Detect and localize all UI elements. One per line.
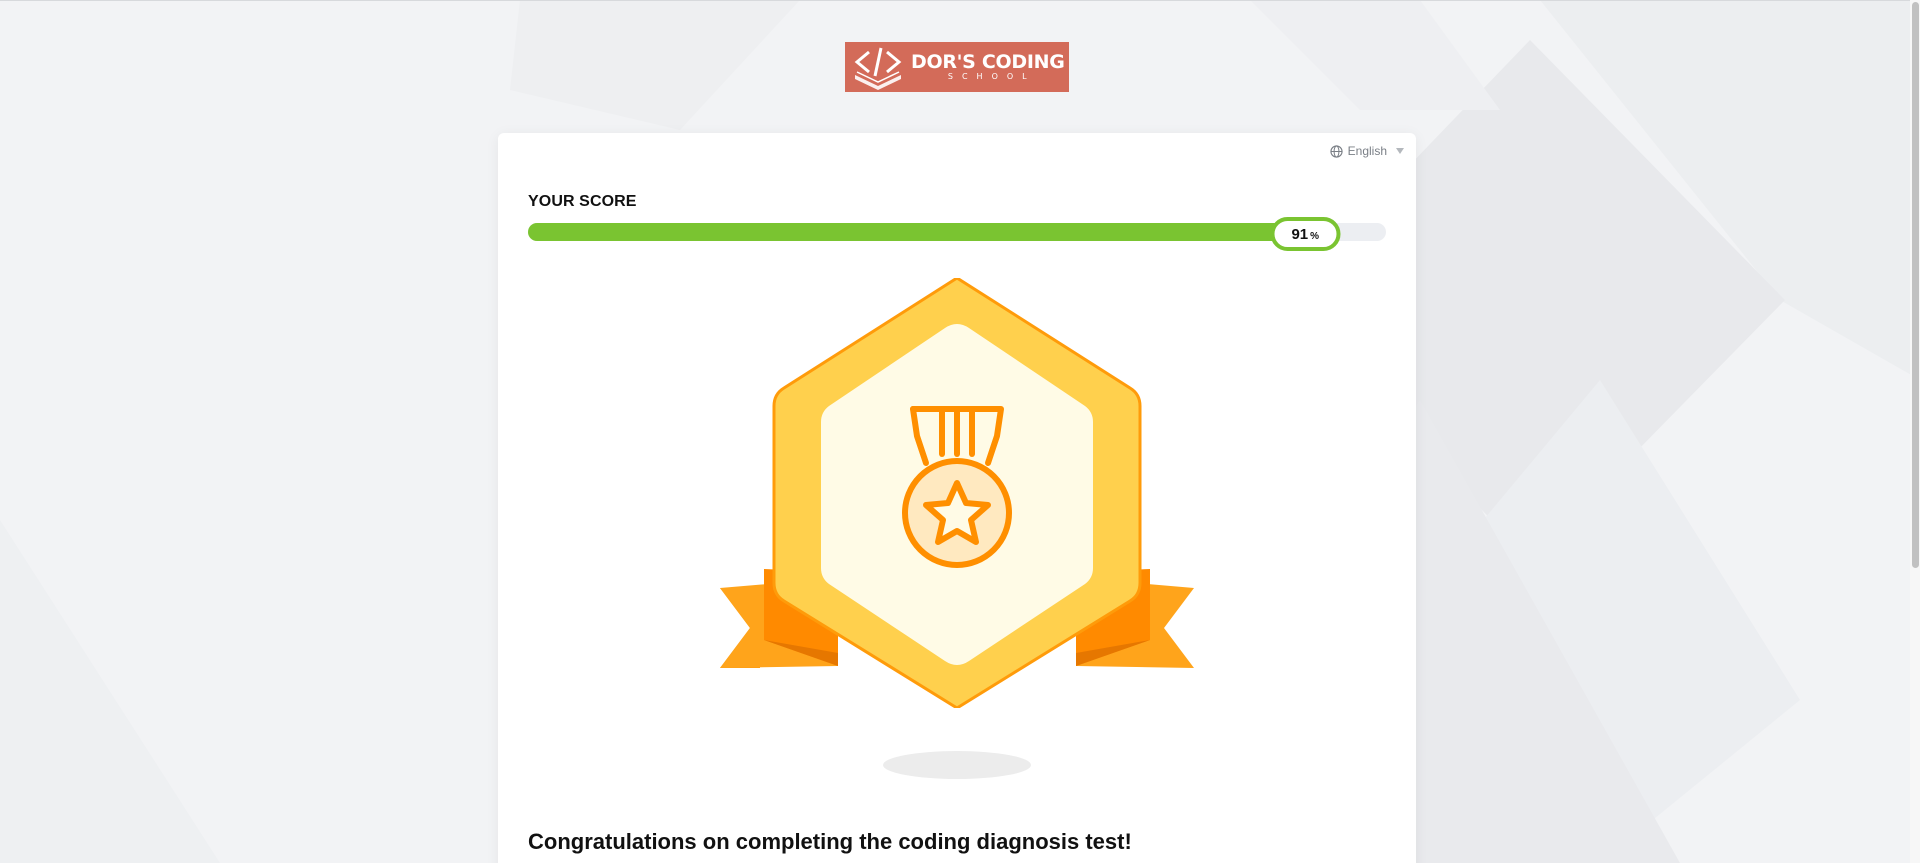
score-badge: 91 % — [1270, 217, 1341, 251]
medal-badge-illustration — [720, 276, 1194, 710]
logo-title: DOR'S CODING — [911, 51, 1065, 73]
code-book-icon — [845, 42, 911, 92]
score-progress-bar: 91 % — [528, 217, 1386, 251]
congratulations-heading: Congratulations on completing the coding… — [528, 829, 1132, 854]
scrollbar-thumb[interactable] — [1912, 2, 1919, 568]
medal-shadow — [883, 751, 1031, 779]
chevron-down-icon — [1396, 148, 1404, 154]
language-selector[interactable]: English — [1330, 144, 1404, 158]
language-label: English — [1347, 144, 1387, 158]
globe-icon — [1330, 144, 1343, 158]
score-unit: % — [1310, 230, 1320, 242]
school-logo[interactable]: DOR'S CODING SCHOOL — [845, 42, 1069, 92]
top-border — [0, 0, 1920, 1]
score-value: 91 — [1291, 225, 1309, 243]
score-progress-fill — [528, 223, 1284, 241]
result-card: English YOUR SCORE 91 % Congratulations … — [498, 133, 1416, 863]
score-label: YOUR SCORE — [528, 193, 637, 210]
logo-subtitle: SCHOOL — [947, 72, 1036, 81]
